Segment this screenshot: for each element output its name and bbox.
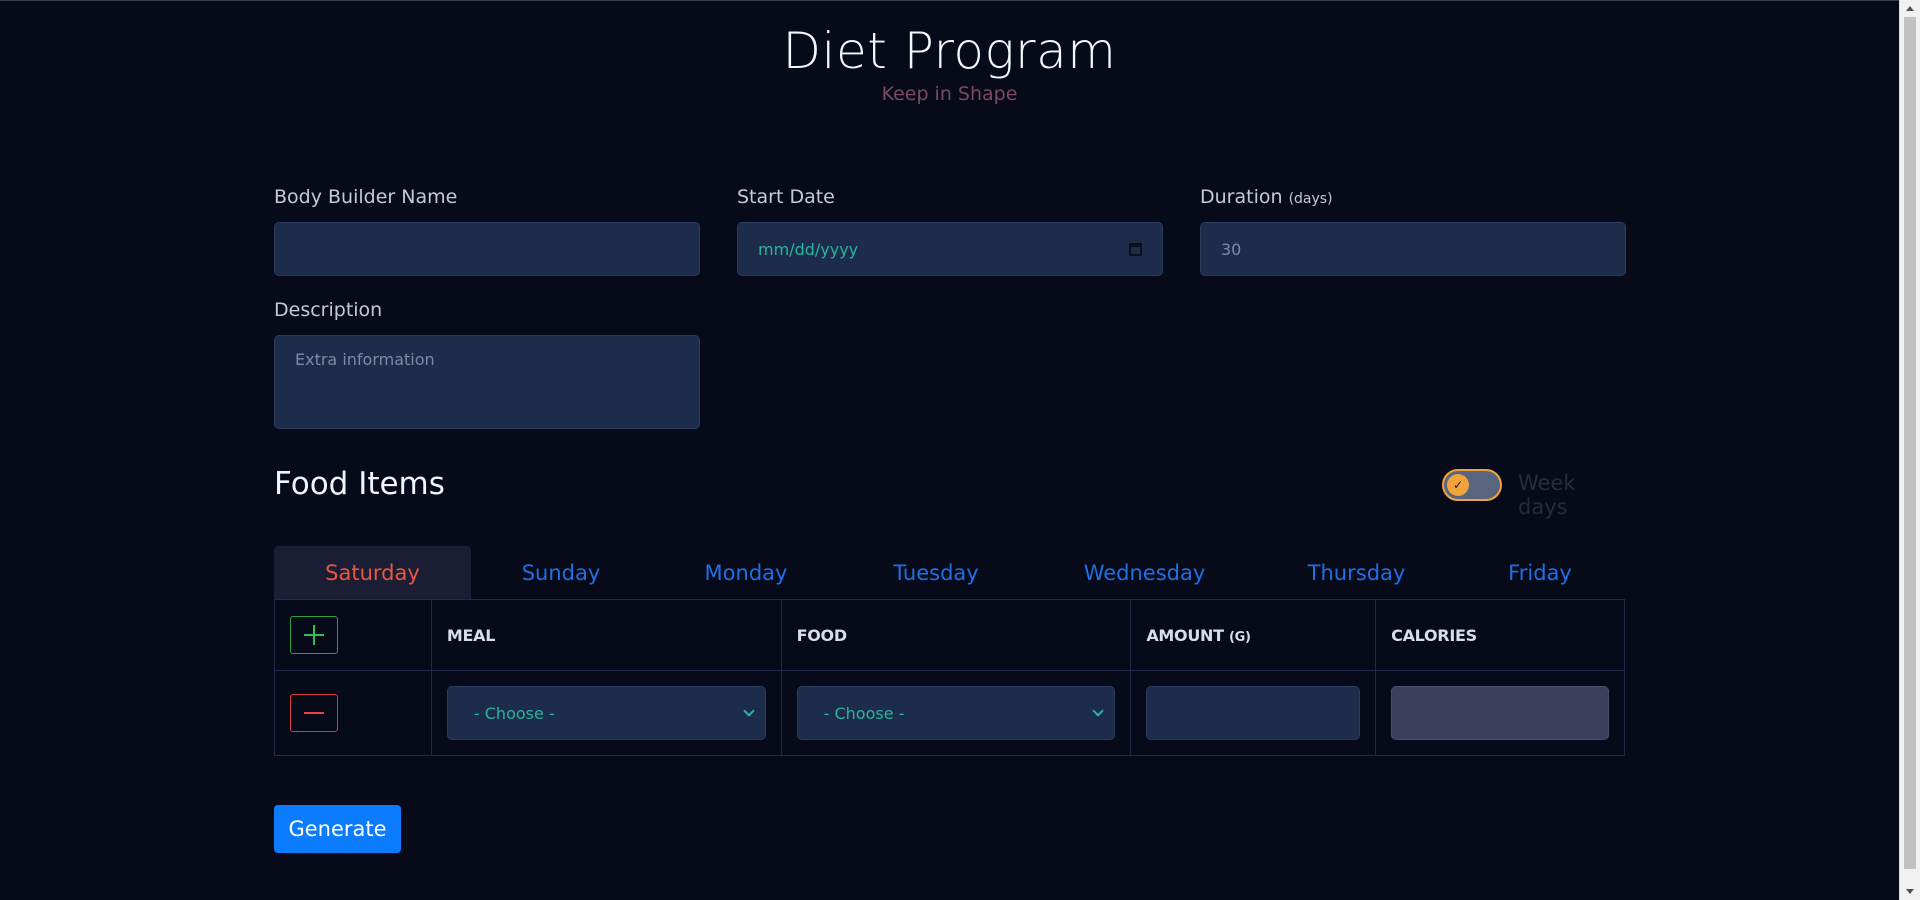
description-textarea[interactable]: Extra information	[274, 335, 700, 429]
duration-label: Duration (days)	[1200, 186, 1333, 208]
week-days-toggle[interactable]: ✓	[1442, 469, 1502, 501]
week-days-label: Week days	[1518, 471, 1576, 519]
amount-header: AMOUNT (G)	[1130, 599, 1377, 671]
duration-unit: (days)	[1288, 191, 1333, 207]
food-table: MEAL FOOD AMOUNT (G) CALORIES - Choose -…	[274, 599, 1625, 756]
food-header: FOOD	[780, 599, 1132, 671]
day-tabs: Saturday Sunday Monday Tuesday Wednesday…	[274, 546, 1625, 600]
tab-friday[interactable]: Friday	[1455, 546, 1625, 600]
check-icon: ✓	[1447, 474, 1469, 496]
amount-unit: (G)	[1229, 629, 1251, 645]
calories-input	[1391, 686, 1609, 740]
meal-cell: - Choose -	[430, 670, 782, 756]
name-label: Body Builder Name	[274, 186, 458, 208]
plus-icon	[304, 625, 324, 645]
start-date-label: Start Date	[737, 186, 835, 208]
table-row: - Choose - - Choose -	[274, 670, 1625, 756]
amount-header-text: AMOUNT	[1146, 625, 1224, 645]
vertical-scrollbar[interactable]	[1899, 0, 1920, 900]
add-cell	[274, 599, 432, 671]
description-placeholder: Extra information	[295, 350, 435, 369]
add-row-button[interactable]	[290, 616, 338, 654]
minus-icon	[304, 703, 324, 723]
tab-thursday[interactable]: Thursday	[1258, 546, 1455, 600]
amount-input[interactable]	[1146, 686, 1361, 740]
start-date-input[interactable]: mm/dd/yyyy	[737, 222, 1163, 276]
calories-cell	[1375, 670, 1625, 756]
scroll-down-icon[interactable]	[1906, 889, 1914, 894]
tab-wednesday[interactable]: Wednesday	[1031, 546, 1258, 600]
scroll-up-icon[interactable]	[1906, 6, 1914, 11]
duration-label-text: Duration	[1200, 186, 1283, 208]
chevron-down-icon	[742, 705, 755, 717]
chevron-down-icon	[1092, 705, 1104, 717]
tab-saturday[interactable]: Saturday	[274, 546, 471, 600]
tab-monday[interactable]: Monday	[651, 546, 841, 600]
duration-input[interactable]: 30	[1200, 222, 1626, 276]
page-subtitle: Keep in Shape	[881, 83, 1018, 105]
scroll-thumb[interactable]	[1904, 17, 1916, 869]
tab-tuesday[interactable]: Tuesday	[841, 546, 1031, 600]
food-items-title: Food Items	[274, 466, 445, 502]
meal-select-value: - Choose -	[473, 703, 555, 723]
food-cell: - Choose -	[780, 670, 1132, 756]
calendar-icon[interactable]	[1129, 242, 1142, 256]
food-select[interactable]: - Choose -	[796, 686, 1116, 740]
food-select-value: - Choose -	[823, 703, 905, 723]
table-header-row: MEAL FOOD AMOUNT (G) CALORIES	[274, 599, 1625, 671]
calories-header: CALORIES	[1375, 599, 1625, 671]
duration-placeholder: 30	[1221, 239, 1242, 259]
meal-select[interactable]: - Choose -	[446, 686, 766, 740]
start-date-placeholder: mm/dd/yyyy	[758, 239, 859, 259]
name-input[interactable]	[274, 222, 700, 276]
description-label: Description	[274, 299, 383, 321]
amount-cell	[1130, 670, 1377, 756]
page: Diet Program Keep in Shape Body Builder …	[0, 0, 1899, 900]
remove-cell	[274, 670, 432, 756]
generate-button[interactable]: Generate	[274, 805, 401, 853]
page-title: Diet Program	[782, 22, 1117, 80]
remove-row-button[interactable]	[290, 694, 338, 732]
tab-sunday[interactable]: Sunday	[471, 546, 651, 600]
header: Diet Program Keep in Shape	[0, 21, 1899, 105]
meal-header: MEAL	[430, 599, 782, 671]
